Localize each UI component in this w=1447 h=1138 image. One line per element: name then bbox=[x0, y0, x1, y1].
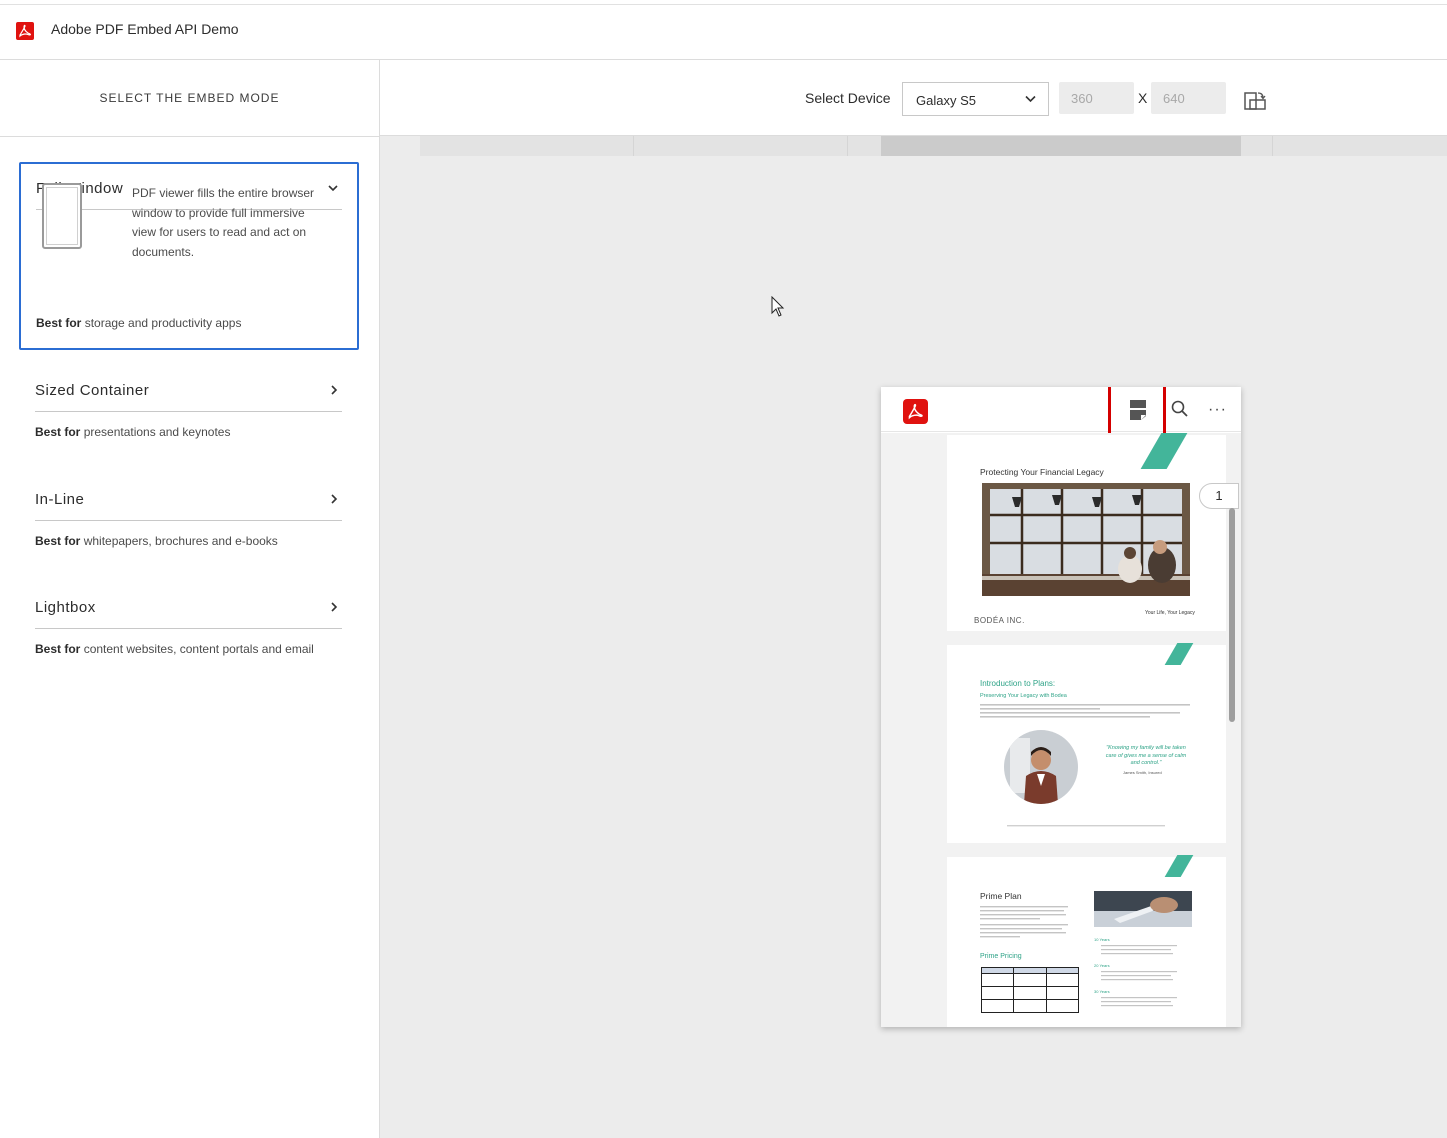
best-for-sized-container: Best for presentations and keynotes bbox=[35, 425, 231, 439]
pdf-page-2: Introduction to Plans: Preserving Your L… bbox=[947, 643, 1226, 843]
rotate-device-icon[interactable] bbox=[1244, 91, 1266, 111]
pricing-table bbox=[980, 967, 1080, 1013]
adobe-acrobat-icon bbox=[16, 22, 34, 40]
chevron-down-icon bbox=[1025, 95, 1036, 103]
embed-mode-sidebar: SELECT THE EMBED MODE Full Window PDF vi… bbox=[0, 60, 380, 1138]
preview-area: Select Device Galaxy S5 360 X 640 ··· Pr… bbox=[380, 60, 1447, 1138]
plan-text-lines bbox=[980, 906, 1068, 938]
chevron-right-icon[interactable] bbox=[329, 602, 339, 612]
page-heading: Prime Plan bbox=[980, 891, 1022, 901]
document-pages: Protecting Your Financial Legacy BODÉA I… bbox=[881, 433, 1241, 1027]
device-preview: ··· Protecting Your Financial Legacy BOD… bbox=[881, 387, 1241, 1027]
device-select[interactable]: Galaxy S5 bbox=[902, 82, 1049, 116]
divider bbox=[35, 628, 342, 629]
signing-photo bbox=[1094, 891, 1192, 927]
page-tagline: Your Life, Your Legacy bbox=[1145, 610, 1195, 616]
adobe-acrobat-icon bbox=[903, 399, 928, 424]
brand-name: BODÉA INC. bbox=[974, 616, 1025, 625]
viewer-toolbar: ··· bbox=[881, 387, 1241, 437]
chevron-down-icon[interactable] bbox=[328, 183, 338, 193]
page-subheading: Preserving Your Legacy with Bodea bbox=[980, 693, 1067, 699]
select-device-label: Select Device bbox=[805, 90, 891, 106]
device-full-window-icon bbox=[42, 183, 82, 249]
device-select-value: Galaxy S5 bbox=[916, 93, 976, 108]
pdf-page-3: Prime Plan Prime Pricing 10 Years 20 Yea… bbox=[947, 855, 1226, 1027]
pdf-page-1: Protecting Your Financial Legacy BODÉA I… bbox=[947, 433, 1226, 631]
mouse-cursor-icon bbox=[771, 296, 785, 317]
dimension-separator: X bbox=[1138, 90, 1148, 106]
height-input[interactable]: 640 bbox=[1151, 82, 1226, 114]
chevron-right-icon[interactable] bbox=[329, 385, 339, 395]
best-for-in-line: Best for whitepapers, brochures and e-bo… bbox=[35, 534, 278, 548]
divider bbox=[35, 411, 342, 412]
pricing-heading: Prime Pricing bbox=[980, 953, 1022, 960]
preview-tab-strip bbox=[420, 136, 1447, 156]
mode-title-sized-container[interactable]: Sized Container bbox=[35, 382, 149, 399]
search-icon[interactable] bbox=[1171, 400, 1188, 417]
office-photo bbox=[982, 483, 1190, 596]
page-number-badge: 1 bbox=[1199, 483, 1239, 509]
mode-title-in-line[interactable]: In-Line bbox=[35, 491, 84, 508]
sidebar-heading: SELECT THE EMBED MODE bbox=[0, 60, 379, 137]
best-for-full-window: Best for storage and productivity apps bbox=[36, 316, 242, 330]
highlight-box bbox=[1108, 387, 1166, 437]
active-tab bbox=[881, 136, 1241, 156]
app-header: Adobe PDF Embed API Demo bbox=[0, 5, 1447, 60]
more-options-icon[interactable]: ··· bbox=[1208, 401, 1227, 419]
divider bbox=[35, 520, 342, 521]
portrait-photo bbox=[1004, 730, 1078, 804]
device-toolbar: Select Device Galaxy S5 360 X 640 bbox=[380, 60, 1447, 136]
mode-description: PDF viewer fills the entire browser wind… bbox=[132, 186, 315, 259]
mode-title-lightbox[interactable]: Lightbox bbox=[35, 599, 96, 616]
footer-text-line bbox=[1007, 825, 1165, 827]
term-text-lines bbox=[1101, 945, 1177, 1007]
page-heading: Protecting Your Financial Legacy bbox=[980, 467, 1104, 477]
page-heading: Introduction to Plans: bbox=[980, 679, 1056, 688]
width-input[interactable]: 360 bbox=[1059, 82, 1134, 114]
quote-author: James Smith, Insured bbox=[1123, 770, 1162, 775]
chevron-right-icon[interactable] bbox=[329, 494, 339, 504]
body-text-lines bbox=[980, 704, 1190, 718]
app-title: Adobe PDF Embed API Demo bbox=[51, 21, 239, 37]
quote-text: "Knowing my family will be taken care of… bbox=[1105, 745, 1187, 766]
term-label: 10 Years bbox=[1094, 937, 1110, 942]
best-for-lightbox: Best for content websites, content porta… bbox=[35, 642, 314, 656]
viewer-scrollbar[interactable] bbox=[1229, 508, 1235, 722]
